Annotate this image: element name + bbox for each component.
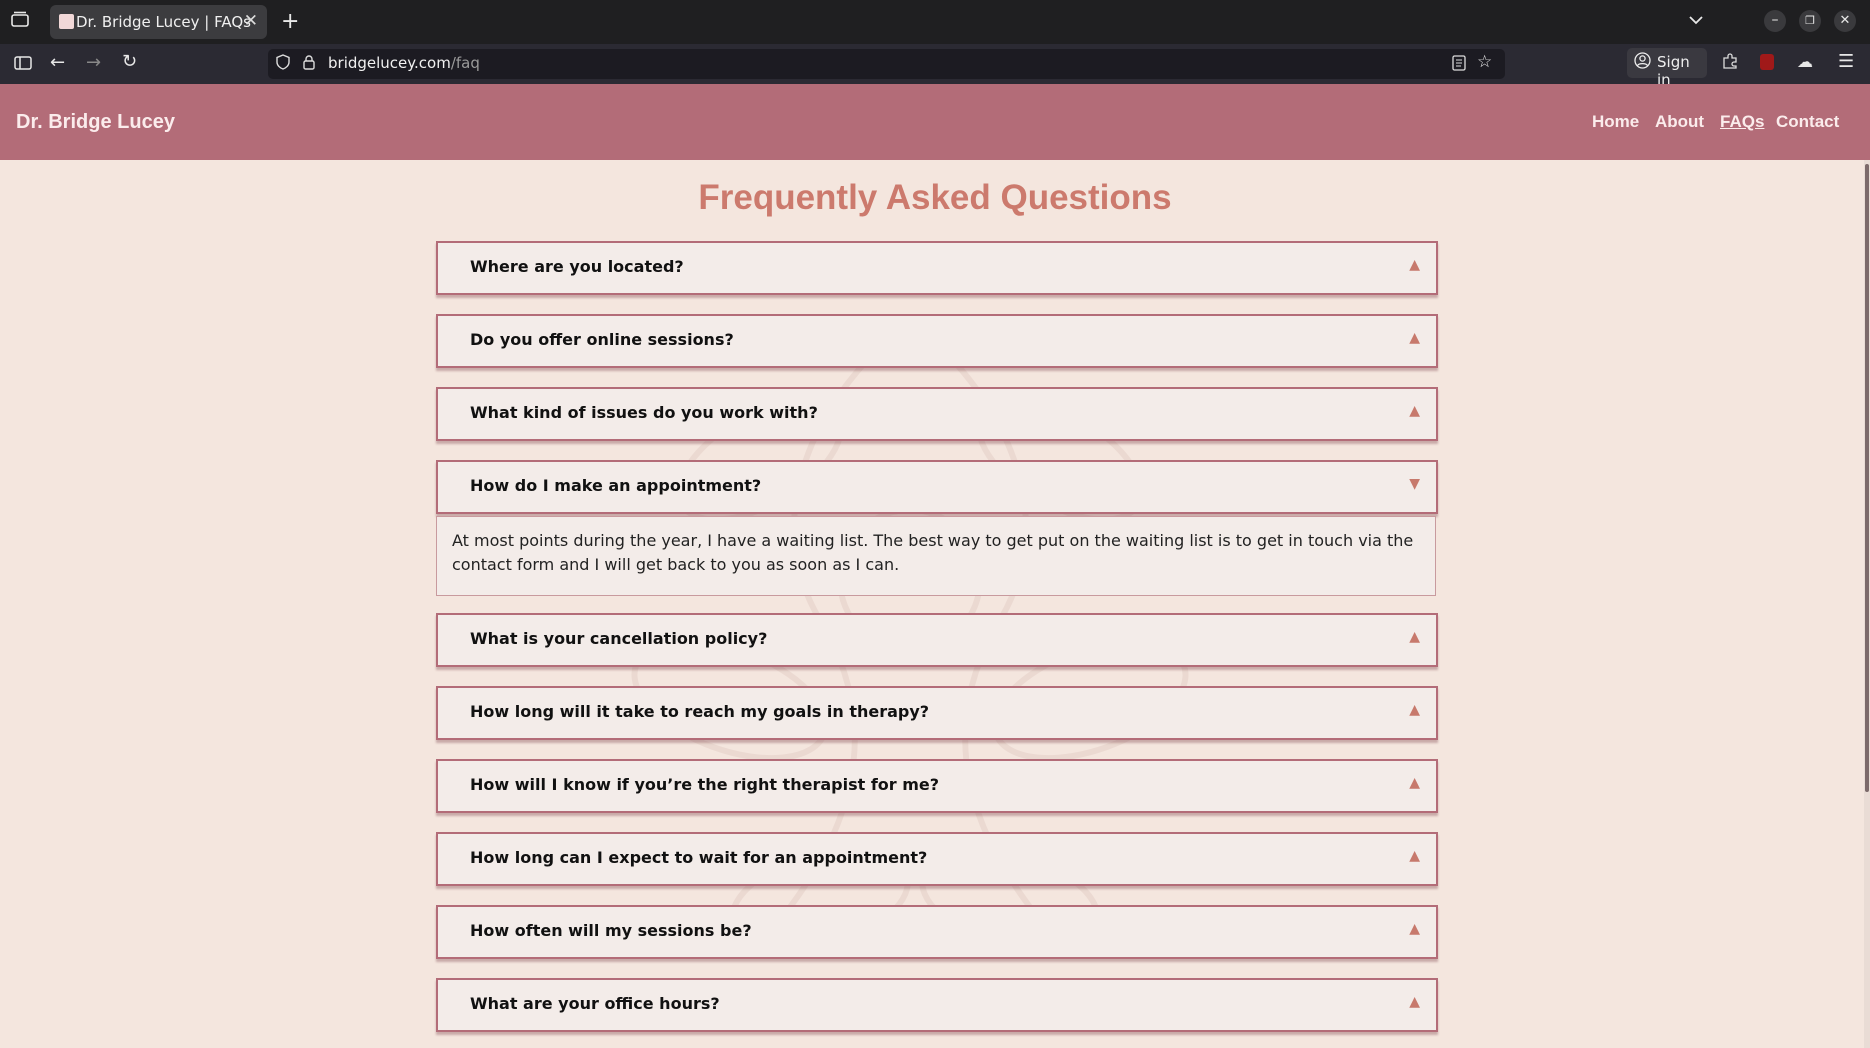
url-text[interactable]: bridgelucey.com/faq	[328, 54, 480, 72]
address-bar[interactable]: bridgelucey.com/faq ☆	[268, 49, 1505, 79]
close-tab-icon[interactable]: ✕	[244, 11, 258, 31]
faq-question: What are your office hours?	[470, 994, 720, 1013]
nav-link-home[interactable]: Home	[1592, 112, 1639, 132]
faq-question: What kind of issues do you work with?	[470, 403, 818, 422]
collapse-triangle-down-icon: ▼	[1409, 476, 1420, 492]
nav-link-faqs[interactable]: FAQs	[1720, 112, 1764, 132]
expand-triangle-up-icon: ▲	[1409, 330, 1420, 346]
scrollbar-thumb[interactable]	[1865, 164, 1869, 792]
faq-question: Where are you located?	[470, 257, 684, 276]
expand-triangle-up-icon: ▲	[1409, 848, 1420, 864]
faq-item-session-frequency[interactable]: How often will my sessions be? ▲	[436, 905, 1438, 959]
faq-question: How long will it take to reach my goals …	[470, 702, 930, 721]
tab-list-chevron-icon[interactable]	[1688, 10, 1704, 31]
tab-overview-icon[interactable]	[11, 11, 29, 32]
page-content: Frequently Asked Questions Where are you…	[0, 160, 1864, 1048]
sidebar-toggle-icon[interactable]	[14, 55, 32, 76]
faq-item-right-therapist[interactable]: How will I know if you’re the right ther…	[436, 759, 1438, 813]
faq-item-located[interactable]: Where are you located? ▲	[436, 241, 1438, 295]
expand-triangle-up-icon: ▲	[1409, 994, 1420, 1010]
faq-item-issues[interactable]: What kind of issues do you work with? ▲	[436, 387, 1438, 441]
nav-link-about[interactable]: About	[1655, 112, 1704, 132]
browser-tab-bar: Dr. Bridge Lucey | FAQs ✕ + – ❐ ✕	[0, 0, 1870, 44]
close-window-icon[interactable]: ✕	[1834, 10, 1856, 32]
site-brand[interactable]: Dr. Bridge Lucey	[16, 111, 175, 134]
reload-icon[interactable]: ↻	[122, 51, 137, 72]
page-title: Frequently Asked Questions	[698, 178, 1172, 217]
faq-question: How long can I expect to wait for an app…	[470, 848, 928, 867]
expand-triangle-up-icon: ▲	[1409, 403, 1420, 419]
back-arrow-icon[interactable]: ←	[50, 52, 65, 73]
expand-triangle-up-icon: ▲	[1409, 629, 1420, 645]
site-favicon-icon	[59, 14, 74, 29]
lock-icon[interactable]	[302, 54, 316, 75]
minimize-window-icon[interactable]: –	[1764, 10, 1786, 32]
extensions-puzzle-icon[interactable]	[1721, 52, 1739, 75]
tracking-protection-shield-icon[interactable]	[276, 54, 290, 74]
expand-triangle-up-icon: ▲	[1409, 702, 1420, 718]
faq-answer-text: At most points during the year, I have a…	[452, 531, 1414, 574]
bookmark-star-icon[interactable]: ☆	[1477, 52, 1492, 72]
account-icon	[1634, 52, 1651, 73]
faq-item-wait-time[interactable]: How long can I expect to wait for an app…	[436, 832, 1438, 886]
faq-item-online-sessions[interactable]: Do you offer online sessions? ▲	[436, 314, 1438, 368]
faq-question: What is your cancellation policy?	[470, 629, 768, 648]
tab-title: Dr. Bridge Lucey | FAQs	[76, 13, 251, 31]
forward-arrow-icon[interactable]: →	[86, 52, 101, 73]
app-menu-hamburger-icon[interactable]: ☰	[1838, 51, 1854, 72]
site-header: Dr. Bridge Lucey Home About FAQs Contact	[0, 84, 1870, 160]
extension-icon[interactable]: ☁	[1797, 52, 1813, 71]
faq-item-office-hours[interactable]: What are your office hours? ▲	[436, 978, 1438, 1032]
expand-triangle-up-icon: ▲	[1409, 257, 1420, 273]
sign-in-button[interactable]: Sign in	[1627, 48, 1707, 89]
browser-tab-active[interactable]: Dr. Bridge Lucey | FAQs ✕	[50, 5, 267, 39]
ublock-origin-icon[interactable]	[1760, 54, 1774, 70]
faq-answer-appointment: At most points during the year, I have a…	[436, 516, 1436, 596]
faq-item-goals[interactable]: How long will it take to reach my goals …	[436, 686, 1438, 740]
faq-question: How often will my sessions be?	[470, 921, 752, 940]
reader-view-icon[interactable]	[1452, 55, 1466, 75]
browser-toolbar: ← → ↻ bridgelucey.com/faq ☆ Sign in ☁ ☰	[0, 44, 1870, 89]
new-tab-icon[interactable]: +	[281, 9, 299, 34]
restore-window-icon[interactable]: ❐	[1799, 10, 1821, 32]
expand-triangle-up-icon: ▲	[1409, 775, 1420, 791]
faq-question: How will I know if you’re the right ther…	[470, 775, 940, 794]
faq-question: Do you offer online sessions?	[470, 330, 734, 349]
nav-link-contact[interactable]: Contact	[1776, 112, 1839, 132]
faq-item-cancellation[interactable]: What is your cancellation policy? ▲	[436, 613, 1438, 667]
faq-item-appointment[interactable]: How do I make an appointment? ▼	[436, 460, 1438, 514]
url-path: /faq	[450, 54, 480, 72]
faq-question: How do I make an appointment?	[470, 476, 762, 495]
expand-triangle-up-icon: ▲	[1409, 921, 1420, 937]
url-host: bridgelucey.com	[328, 54, 451, 72]
